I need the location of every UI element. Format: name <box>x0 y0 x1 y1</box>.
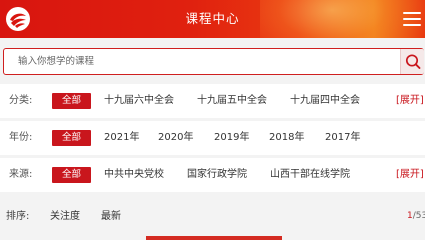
filter-option[interactable]: 十九届六中全会 <box>104 84 174 118</box>
page-title: 课程中心 <box>185 11 240 26</box>
search-bar <box>3 48 424 75</box>
filter-label-category: 分类: <box>9 95 33 106</box>
filter-chip-all-category[interactable]: 全部 <box>52 93 91 109</box>
hamburger-menu-icon[interactable] <box>403 12 421 26</box>
bottom-tab-indicator <box>146 236 282 240</box>
sort-label: 排序: <box>6 211 30 222</box>
filter-option[interactable]: 2021年 <box>104 121 139 155</box>
filter-option[interactable]: 2018年 <box>269 121 304 155</box>
filter-option[interactable]: 十九届五中全会 <box>197 84 267 118</box>
filter-chip-all-year[interactable]: 全部 <box>52 130 91 146</box>
filter-option[interactable]: 2017年 <box>325 121 360 155</box>
filter-label-year: 年份: <box>9 132 33 143</box>
filter-option[interactable]: 山西干部在线学院 <box>270 158 350 192</box>
filter-option[interactable]: 2020年 <box>158 121 193 155</box>
sort-by-popularity[interactable]: 关注度 <box>50 201 80 232</box>
sort-by-newest[interactable]: 最新 <box>101 201 121 232</box>
total-pages: /53 <box>412 211 425 221</box>
filter-option[interactable]: 国家行政学院 <box>187 158 247 192</box>
filter-label-source: 来源: <box>9 169 33 180</box>
sort-bar: 排序: 关注度 最新 1/53 <box>0 201 425 232</box>
filter-option[interactable]: 2019年 <box>214 121 249 155</box>
expand-source-link[interactable]: [展开] <box>396 158 424 192</box>
pagination-indicator: 1/53 <box>407 201 425 232</box>
search-button[interactable] <box>400 49 424 74</box>
expand-category-link[interactable]: [展开] <box>396 84 424 118</box>
filter-option[interactable]: 十九届四中全会 <box>290 84 360 118</box>
filter-row-year: 年份: 全部 2021年 2020年 2019年 2018年 2017年 <box>0 121 425 155</box>
search-icon <box>405 54 421 69</box>
filter-option[interactable]: 中共中央党校 <box>104 158 164 192</box>
app-header: 课程中心 <box>0 0 425 38</box>
filter-row-source: 来源: 全部 中共中央党校 国家行政学院 山西干部在线学院 [展开] <box>0 158 425 192</box>
filter-row-category: 分类: 全部 十九届六中全会 十九届五中全会 十九届四中全会 [展开] <box>0 84 425 118</box>
search-input[interactable] <box>6 50 396 73</box>
filter-chip-all-source[interactable]: 全部 <box>52 167 91 183</box>
